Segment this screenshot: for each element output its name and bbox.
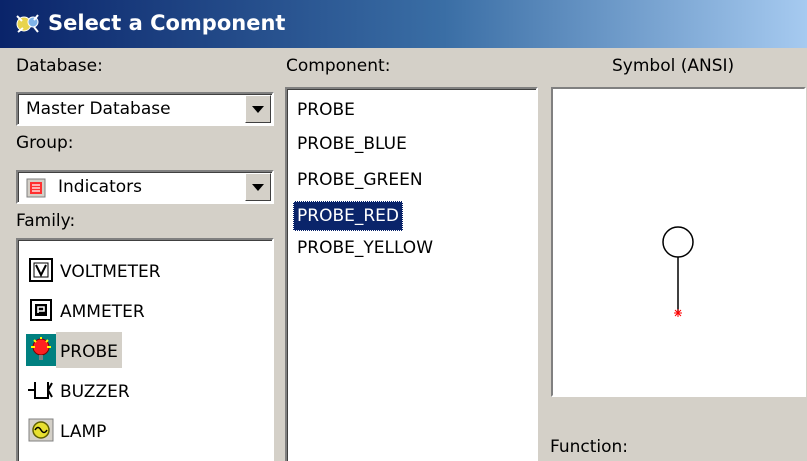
- family-item-label: AMMETER: [60, 302, 145, 322]
- group-label: Group:: [16, 133, 74, 153]
- database-dropdown-button[interactable]: [245, 95, 271, 123]
- family-item-label: PROBE: [56, 332, 122, 368]
- family-label: Family:: [16, 211, 76, 231]
- chevron-down-icon: [252, 106, 264, 113]
- component-label: Component:: [286, 56, 391, 76]
- window-title: Select a Component: [48, 11, 286, 35]
- chevron-down-icon: [252, 184, 264, 191]
- symbol-label: Symbol (ANSI): [612, 56, 735, 76]
- function-label: Function:: [550, 437, 629, 457]
- component-list[interactable]: PROBE PROBE_BLUE PROBE_GREEN PROBE_RED P…: [285, 87, 538, 461]
- probe-icon: [26, 334, 56, 366]
- family-item-label: VOLTMETER: [60, 262, 161, 282]
- database-label: Database:: [16, 56, 103, 76]
- lamp-icon: [26, 414, 56, 446]
- family-item-label: BUZZER: [60, 382, 130, 402]
- voltmeter-icon: [26, 254, 56, 286]
- family-item-label: LAMP: [60, 422, 107, 442]
- component-item-label: PROBE_BLUE: [297, 134, 407, 154]
- symbol-preview: [551, 87, 806, 397]
- buzzer-icon: [26, 374, 56, 406]
- group-selected-value: Indicators: [58, 177, 142, 197]
- database-selected-value: Master Database: [26, 99, 171, 119]
- indicator-icon: [26, 178, 46, 203]
- group-dropdown[interactable]: Indicators: [16, 170, 274, 204]
- group-dropdown-button[interactable]: [245, 173, 271, 201]
- ammeter-icon: [26, 294, 56, 326]
- probe-symbol: [662, 226, 694, 317]
- component-item-label: PROBE_YELLOW: [297, 238, 433, 258]
- component-item-label: PROBE_GREEN: [297, 170, 423, 190]
- database-dropdown[interactable]: Master Database: [16, 92, 274, 126]
- component-item-label: PROBE_RED: [293, 201, 403, 231]
- component-item-label: PROBE: [297, 100, 355, 120]
- component-wizard-icon: [14, 12, 42, 36]
- title-bar[interactable]: Select a Component: [0, 0, 807, 48]
- family-list[interactable]: VOLTMETER AMMETER PROBE BUZZER LAMP: [16, 238, 274, 461]
